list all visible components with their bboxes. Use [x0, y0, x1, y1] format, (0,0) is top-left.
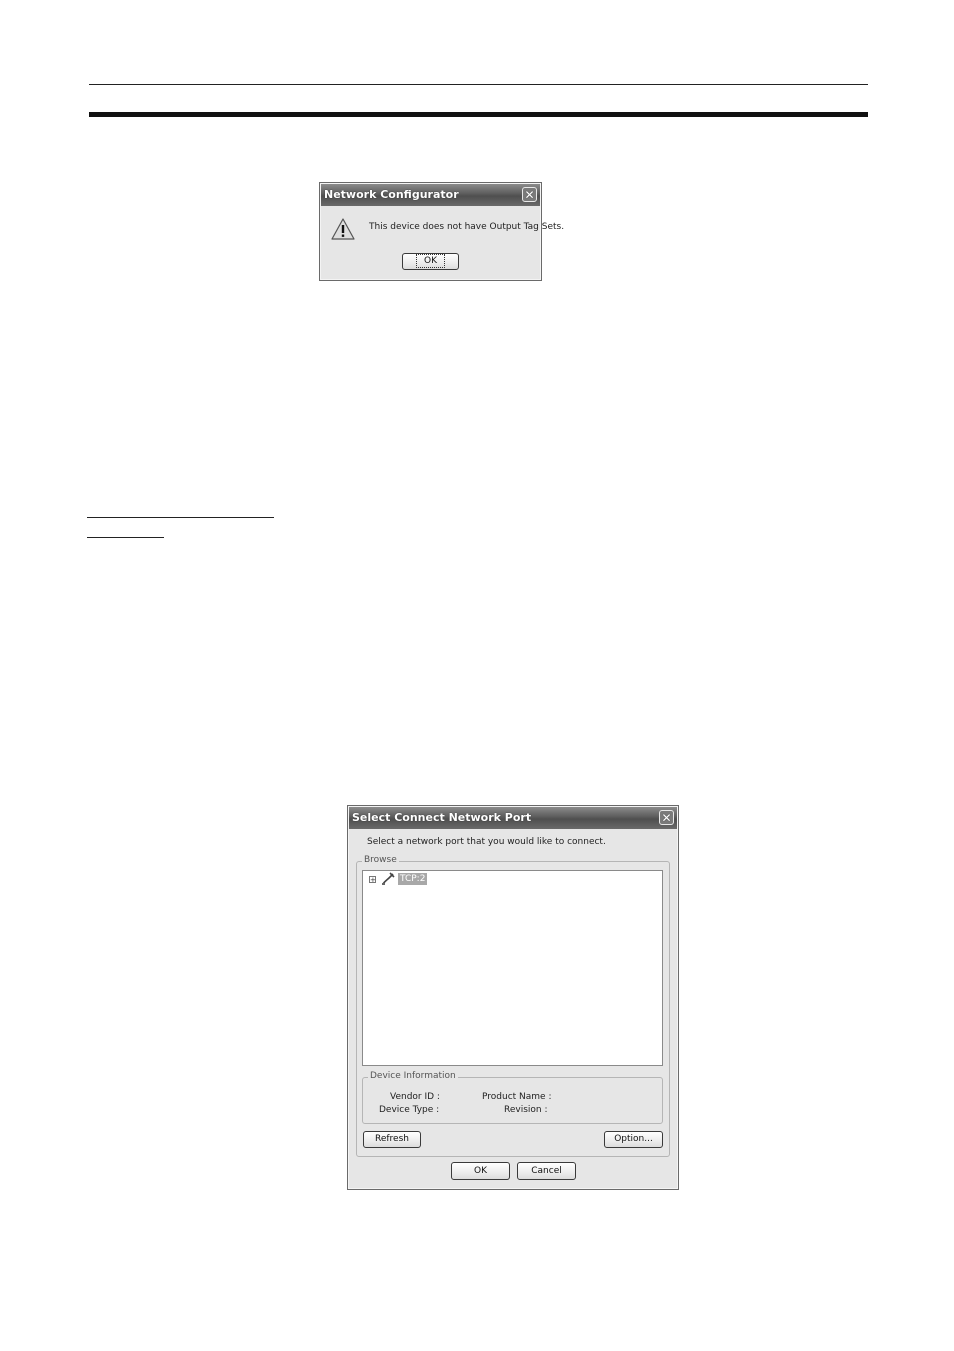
device-information-group: Device Information Vendor ID : Device Ty… [362, 1071, 663, 1124]
option-button-label: Option... [614, 1134, 653, 1144]
browse-group-label: Browse [362, 855, 399, 865]
ok-button-label: OK [416, 254, 445, 268]
cancel-button-label: Cancel [531, 1166, 562, 1176]
ok-button-label: OK [474, 1166, 487, 1176]
vendor-id-label: Vendor ID : [390, 1092, 440, 1102]
device-type-label: Device Type : [379, 1105, 440, 1115]
tree-item-tcp2[interactable]: TCP:2 [398, 873, 428, 885]
device-information-label: Device Information [368, 1071, 458, 1081]
margin-underline-2 [87, 537, 164, 538]
revision-label: Revision : [504, 1105, 548, 1115]
product-name-label: Product Name : [482, 1092, 552, 1102]
close-button[interactable]: ✕ [659, 810, 674, 825]
ok-button[interactable]: OK [451, 1162, 510, 1180]
network-tree[interactable]: + TCP:2 [362, 870, 663, 1066]
close-button[interactable]: ✕ [522, 187, 537, 202]
dialog-message: This device does not have Output Tag Set… [369, 222, 565, 232]
header-rule-thick [89, 112, 868, 117]
refresh-button-label: Refresh [375, 1134, 409, 1144]
network-port-icon [382, 872, 395, 885]
dialog-titlebar: Network Configurator ✕ [321, 184, 540, 206]
cancel-button[interactable]: Cancel [517, 1162, 576, 1180]
close-icon: ✕ [661, 811, 672, 825]
dialog-title: Network Configurator [324, 188, 459, 201]
dialog-title: Select Connect Network Port [352, 811, 532, 824]
browse-group: Browse + TCP:2 Device Information Vendor… [356, 855, 670, 1157]
ok-button[interactable]: OK [402, 253, 459, 270]
dialog-titlebar: Select Connect Network Port ✕ [349, 807, 677, 829]
warning-icon [331, 218, 355, 240]
select-connect-network-port-dialog: Select Connect Network Port ✕ Select a n… [347, 805, 679, 1190]
tree-expander-icon[interactable]: + [369, 876, 376, 884]
network-configurator-dialog: Network Configurator ✕ This device does … [319, 182, 564, 281]
margin-underline-1 [87, 517, 274, 518]
close-icon: ✕ [524, 188, 535, 202]
header-rule-thin [89, 84, 868, 85]
refresh-button[interactable]: Refresh [363, 1131, 421, 1148]
option-button[interactable]: Option... [604, 1131, 663, 1148]
instruction-text: Select a network port that you would lik… [367, 837, 606, 847]
